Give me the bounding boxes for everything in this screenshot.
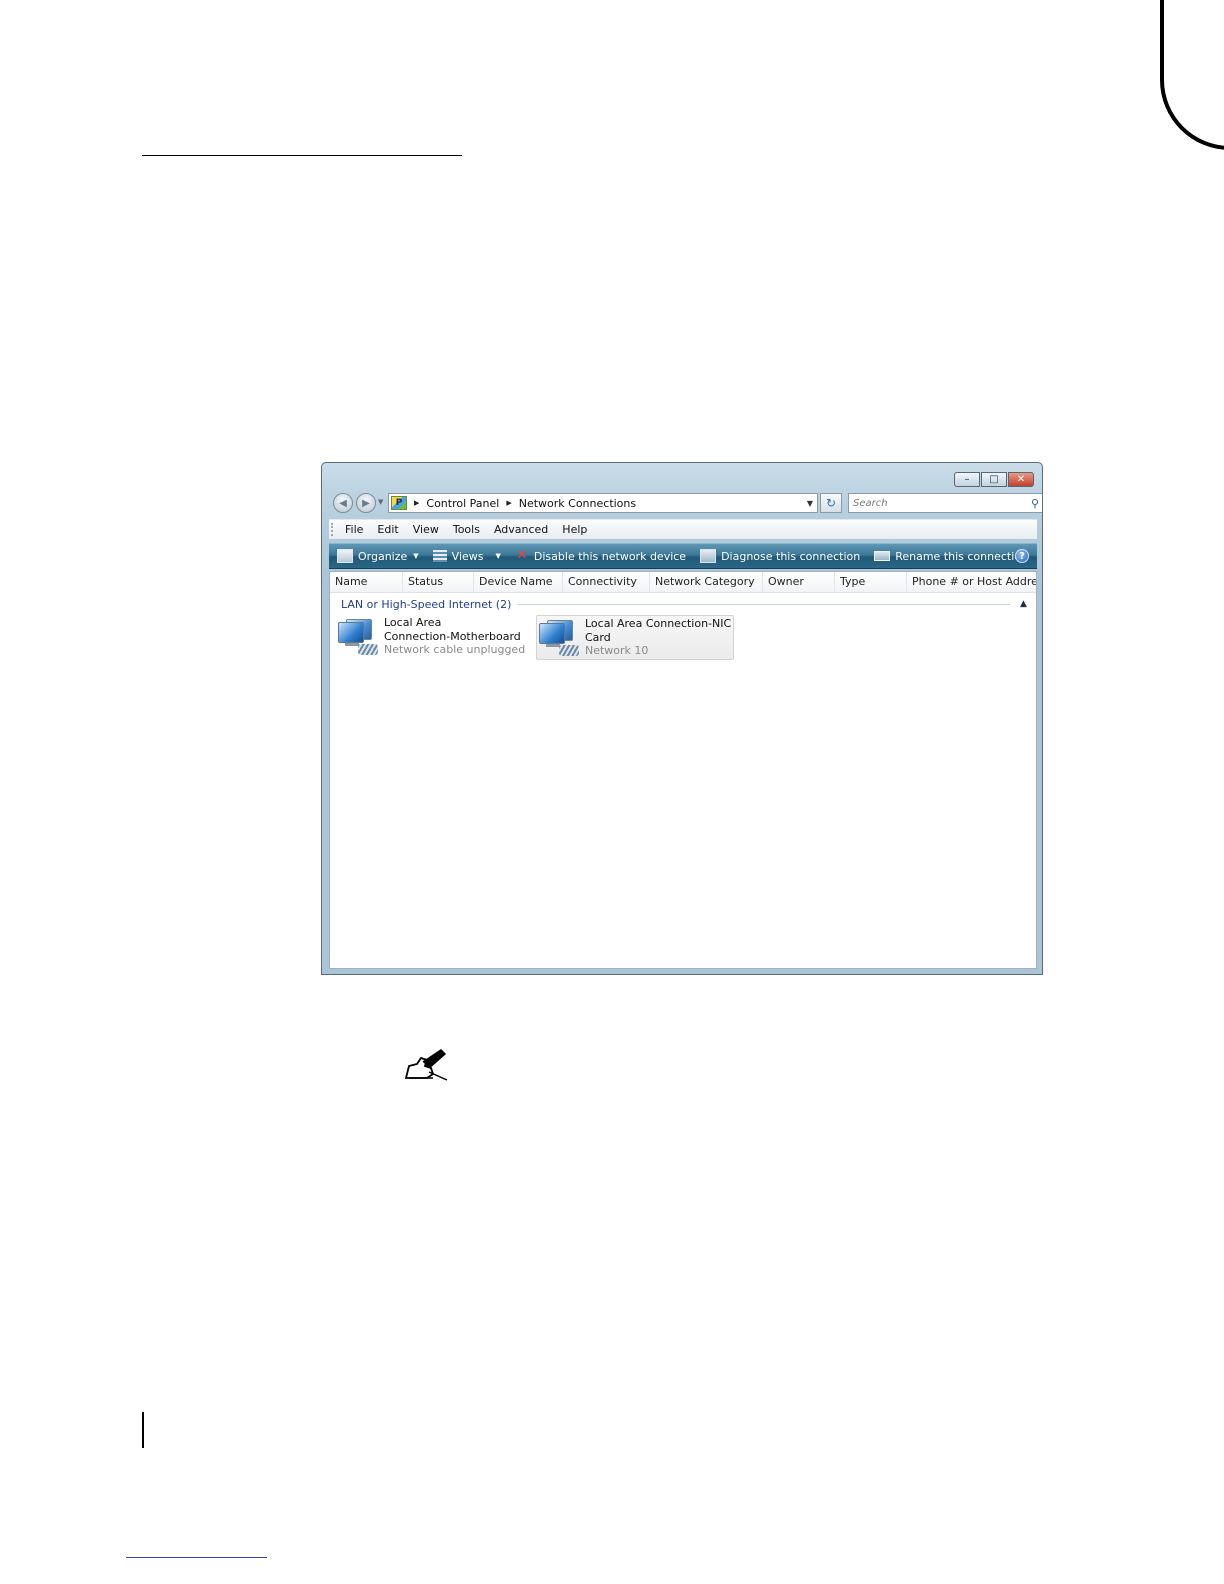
organize-button[interactable]: Organize ▼ [337,549,419,563]
refresh-button[interactable]: ↻ [820,493,842,513]
breadcrumb-separator-icon[interactable]: ▶ [506,499,511,507]
column-type[interactable]: Type [835,572,907,592]
close-button[interactable]: ✕ [1008,472,1034,487]
column-device-name[interactable]: Device Name [474,572,563,592]
column-status[interactable]: Status [403,572,474,592]
views-button[interactable]: Views ▼ [432,549,501,563]
column-phone-host-address[interactable]: Phone # or Host Addre... [907,572,1036,592]
address-bar[interactable]: P ▶ Control Panel ▶ Network Connections … [388,493,818,513]
connection-name: Local Area Connection-NIC [585,617,732,630]
connection-item-motherboard[interactable]: Local Area Connection-Motherboard Networ… [336,615,532,660]
menu-advanced[interactable]: Advanced [494,523,548,536]
menu-view[interactable]: View [413,523,439,536]
breadcrumb-network-connections[interactable]: Network Connections [519,497,636,510]
connection-name: Local Area [384,616,442,629]
breadcrumb-separator-icon[interactable]: ▶ [414,499,419,507]
chevron-down-icon: ▼ [413,552,419,560]
diagnose-connection-label: Diagnose this connection [721,549,861,563]
address-dropdown-icon[interactable]: ▼ [807,499,813,508]
window-controls: – □ ✕ [954,472,1034,487]
column-name[interactable]: Name [330,572,403,592]
menu-tools[interactable]: Tools [453,523,480,536]
column-owner[interactable]: Owner [763,572,835,592]
control-panel-icon: P [391,496,407,510]
group-label: LAN or High-Speed Internet (2) [341,597,512,611]
views-icon [432,550,447,562]
breadcrumb-control-panel[interactable]: Control Panel [426,497,499,510]
connection-text: Local Area Connection-NIC Card Network 1… [585,616,731,659]
back-button[interactable]: ◀ [333,493,353,513]
refresh-icon: ↻ [825,496,837,510]
writing-hand-icon [403,1048,453,1084]
page-margin-bar [142,1412,144,1448]
maximize-button[interactable]: □ [981,472,1007,487]
page-footer-rule [126,1557,267,1558]
network-connection-icon [338,617,380,657]
network-connection-icon [539,618,581,658]
group-header[interactable]: LAN or High-Speed Internet (2) ▲ [330,596,1036,612]
diagnose-icon [700,549,717,563]
disable-device-button[interactable]: ✕ Disable this network device [515,548,687,563]
menu-file[interactable]: File [345,523,363,536]
connection-name: Connection-Motherboard [384,629,521,643]
recent-pages-dropdown[interactable]: ▼ [378,498,383,506]
organize-label: Organize [358,549,408,563]
rename-connection-button[interactable]: Rename this connection [874,550,1028,563]
navigation-row: ◀ ▶ ▼ P ▶ Control Panel ▶ Network Connec… [330,492,1042,514]
disable-device-label: Disable this network device [533,549,687,563]
chevron-down-icon: ▼ [495,552,501,560]
menu-edit[interactable]: Edit [377,523,398,536]
connection-text: Local Area Connection-Motherboard Networ… [384,615,525,660]
network-connections-window: – □ ✕ ◀ ▶ ▼ P ▶ Control Panel ▶ Network … [321,462,1043,975]
menu-help[interactable]: Help [562,523,587,536]
page-edge-tab [1160,0,1224,150]
rename-icon [874,551,891,561]
column-connectivity[interactable]: Connectivity [563,572,650,592]
rename-connection-label: Rename this connection [895,549,1028,563]
group-divider [517,603,1010,605]
search-icon[interactable]: ⚲ [1027,497,1042,510]
connection-status: Network 10 [585,644,649,657]
forward-button[interactable]: ▶ [356,493,376,513]
menu-bar: File Edit View Tools Advanced Help [329,519,1037,540]
views-label: Views [451,549,484,563]
search-input[interactable] [849,495,1027,511]
back-arrow-icon: ◀ [339,497,347,509]
column-headers: Name Status Device Name Connectivity Net… [330,572,1036,593]
column-network-category[interactable]: Network Category [650,572,763,592]
organize-icon [337,549,353,563]
connection-status: Network cable unplugged [384,643,526,656]
more-commands-button[interactable]: » [1042,550,1043,563]
connection-item-nic-card[interactable]: Local Area Connection-NIC Card Network 1… [536,615,734,660]
minimize-button[interactable]: – [954,472,980,487]
collapse-chevron-icon[interactable]: ▲ [1020,599,1030,609]
help-icon[interactable]: ? [1015,549,1029,563]
disable-x-icon: ✕ [516,548,528,563]
search-box[interactable]: ⚲ [848,493,1042,513]
page-top-rule [142,155,462,156]
connection-name: Card [585,630,611,644]
command-bar: Organize ▼ Views ▼ ✕ Disable this networ… [329,543,1037,569]
menu-grip [331,523,339,536]
file-list-view: Name Status Device Name Connectivity Net… [329,571,1037,969]
diagnose-connection-button[interactable]: Diagnose this connection [700,549,860,563]
forward-arrow-icon: ▶ [362,497,370,509]
